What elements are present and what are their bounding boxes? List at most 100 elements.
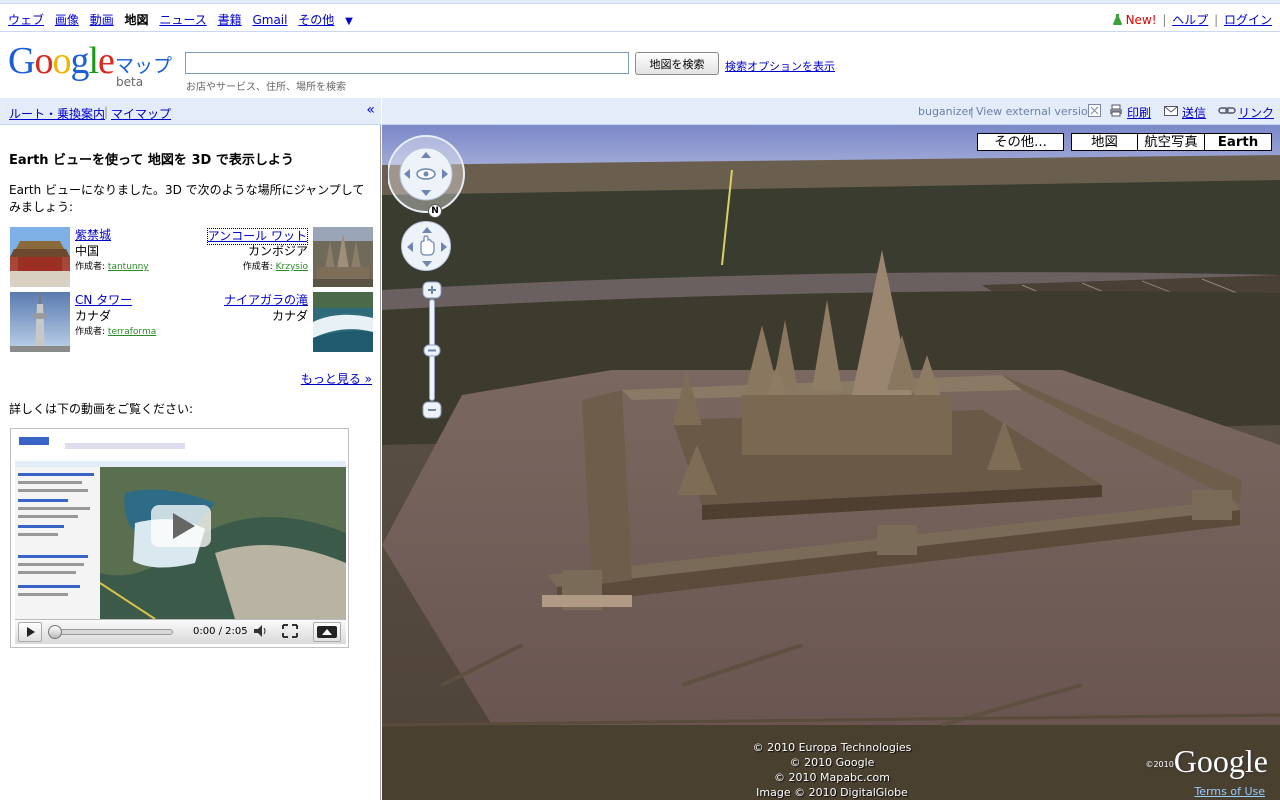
compass-north-button[interactable]: N xyxy=(428,204,442,218)
place-name-link[interactable]: ナイアガラの滝 xyxy=(224,293,308,308)
expand-player-button[interactable] xyxy=(313,622,341,642)
fullscreen-icon xyxy=(282,624,298,638)
video-time: 0:00 / 2:05 xyxy=(193,626,248,637)
copyright-line: Image © 2010 DigitalGlobe xyxy=(756,786,908,799)
top-navigation: ウェブ 画像 動画 地図 ニュース 書籍 Gmail その他 ▼ New! | … xyxy=(0,0,1280,32)
author-link[interactable]: tantunny xyxy=(108,262,149,272)
volume-button[interactable] xyxy=(250,622,274,642)
place-country: 中国 xyxy=(75,244,100,258)
chevron-down-icon[interactable]: ▼ xyxy=(345,16,353,27)
separator: | xyxy=(1162,13,1167,27)
top-stripe xyxy=(0,0,1280,4)
nav-more-menu[interactable]: その他 ▼ xyxy=(298,13,360,27)
place-name-link[interactable]: CN タワー xyxy=(75,293,132,308)
copyright-line: © 2010 Mapabc.com xyxy=(774,771,890,784)
service-links: ウェブ 画像 動画 地図 ニュース 書籍 Gmail その他 ▼ xyxy=(8,11,367,28)
nav-more-link[interactable]: その他 xyxy=(298,13,334,27)
header: Google マップ beta お店やサービス、住所、場所を検索 地図を検索 検… xyxy=(0,32,1280,98)
envelope-icon[interactable] xyxy=(1164,104,1178,117)
route-link[interactable]: ルート・乗換案内 xyxy=(9,105,105,122)
more-places-link[interactable]: もっと見る » xyxy=(301,370,372,387)
search-input[interactable] xyxy=(185,52,629,74)
nav-news-link[interactable]: ニュース xyxy=(159,13,206,27)
video-controls: 0:00 / 2:05 xyxy=(15,619,346,644)
place-country: カナダ xyxy=(75,309,112,323)
hand-icon xyxy=(407,227,447,267)
copyright-notice: © 2010 Europa Technologies © 2010 Google… xyxy=(742,740,922,800)
navigation-controls: N xyxy=(387,135,468,425)
place-country: カナダ xyxy=(271,309,308,323)
search-options-link[interactable]: 検索オプションを表示 xyxy=(725,58,835,74)
map-type-satellite-button[interactable]: 航空写真 xyxy=(1137,133,1205,151)
forbidden-city-thumbnail[interactable] xyxy=(10,227,70,287)
link-icon[interactable] xyxy=(1218,104,1236,117)
help-link[interactable]: ヘルプ xyxy=(1172,13,1208,27)
earth-3d-view[interactable] xyxy=(382,125,1280,800)
map-type-earth-button[interactable]: Earth xyxy=(1204,133,1272,151)
place-item: アンコール ワット カンボジア 作成者: Krzysio xyxy=(196,227,373,289)
play-button[interactable] xyxy=(18,622,42,642)
video-caption: 詳しくは下の動画をご覧ください: xyxy=(9,402,194,416)
printer-icon[interactable] xyxy=(1109,104,1123,117)
close-icon[interactable] xyxy=(1088,104,1102,117)
search-hint: お店やサービス、住所、場所を検索 xyxy=(186,82,346,93)
video-scrubber-handle[interactable] xyxy=(48,625,62,639)
send-link[interactable]: 送信 xyxy=(1182,104,1206,121)
nav-video-link[interactable]: 動画 xyxy=(90,13,114,27)
map-area: buganizer | View external version 印刷 送信 … xyxy=(382,98,1280,800)
minus-icon xyxy=(422,401,442,419)
nav-web-link[interactable]: ウェブ xyxy=(8,13,44,27)
terms-of-use-link[interactable]: Terms of Use xyxy=(1194,785,1265,798)
eye-icon xyxy=(404,152,448,196)
zoom-in-button[interactable] xyxy=(422,281,442,299)
google-wordmark: Google xyxy=(8,40,115,82)
plus-icon xyxy=(422,281,442,299)
copyright-line: © 2010 Europa Technologies xyxy=(752,741,912,754)
cn-tower-thumbnail[interactable] xyxy=(10,292,70,352)
panel-title: Earth ビューを使って 地図を 3D で表示しよう xyxy=(9,153,294,168)
author-link[interactable]: Krzysio xyxy=(276,262,308,272)
flask-icon xyxy=(1112,14,1122,25)
google-logo: ©2010Google xyxy=(1145,743,1268,779)
map-type-map-button[interactable]: 地図 xyxy=(1071,133,1138,151)
maps-label: マップ xyxy=(115,55,173,77)
place-name-link[interactable]: アンコール ワット xyxy=(206,228,308,245)
nav-gmail-link[interactable]: Gmail xyxy=(252,13,287,27)
buganizer-link[interactable]: buganizer xyxy=(918,105,973,118)
minus-icon xyxy=(423,344,441,357)
nav-maps-current: 地図 xyxy=(124,13,149,27)
new-badge[interactable]: New! xyxy=(1126,13,1157,27)
niagara-falls-thumbnail[interactable] xyxy=(313,292,373,352)
login-link[interactable]: ログイン xyxy=(1224,13,1272,27)
nav-books-link[interactable]: 書籍 xyxy=(218,13,242,27)
video-screen[interactable] xyxy=(15,433,346,619)
more-map-types-button[interactable]: その他... xyxy=(977,133,1064,151)
place-author: 作成者: tantunny xyxy=(75,262,149,272)
place-author: 作成者: Krzysio xyxy=(242,262,308,272)
video-progress-bar[interactable] xyxy=(53,629,173,635)
fullscreen-button[interactable] xyxy=(279,622,303,642)
place-name-link[interactable]: 紫禁城 xyxy=(75,228,111,243)
collapse-panel-icon[interactable]: « xyxy=(366,102,375,118)
external-version-link[interactable]: View external version xyxy=(976,105,1095,118)
copyright-line: © 2010 Google xyxy=(789,756,875,769)
separator: | xyxy=(104,105,109,119)
mymaps-link[interactable]: マイマップ xyxy=(111,105,171,122)
nav-images-link[interactable]: 画像 xyxy=(55,13,79,27)
search-maps-button[interactable]: 地図を検索 xyxy=(635,52,719,75)
move-control[interactable] xyxy=(401,221,451,271)
angkor-wat-thumbnail[interactable] xyxy=(313,227,373,287)
zoom-out-button[interactable] xyxy=(422,401,442,419)
link-link[interactable]: リンク xyxy=(1238,104,1274,121)
account-links: New! | ヘルプ | ログイン xyxy=(1112,11,1272,28)
compass-letter: N xyxy=(431,206,439,216)
beta-label: beta xyxy=(116,75,144,89)
print-link[interactable]: 印刷 xyxy=(1127,104,1151,121)
panel-tabs: ルート・乗換案内 | マイマップ « xyxy=(0,98,381,125)
panel-intro: Earth ビューになりました。3D で次のような場所にジャンプしてみましょう: xyxy=(9,183,365,214)
zoom-slider-handle[interactable] xyxy=(423,344,441,357)
look-control[interactable] xyxy=(400,148,452,200)
video-player: 0:00 / 2:05 xyxy=(10,428,349,648)
author-link[interactable]: terraforma xyxy=(108,327,156,337)
place-author: 作成者: terraforma xyxy=(75,327,157,337)
